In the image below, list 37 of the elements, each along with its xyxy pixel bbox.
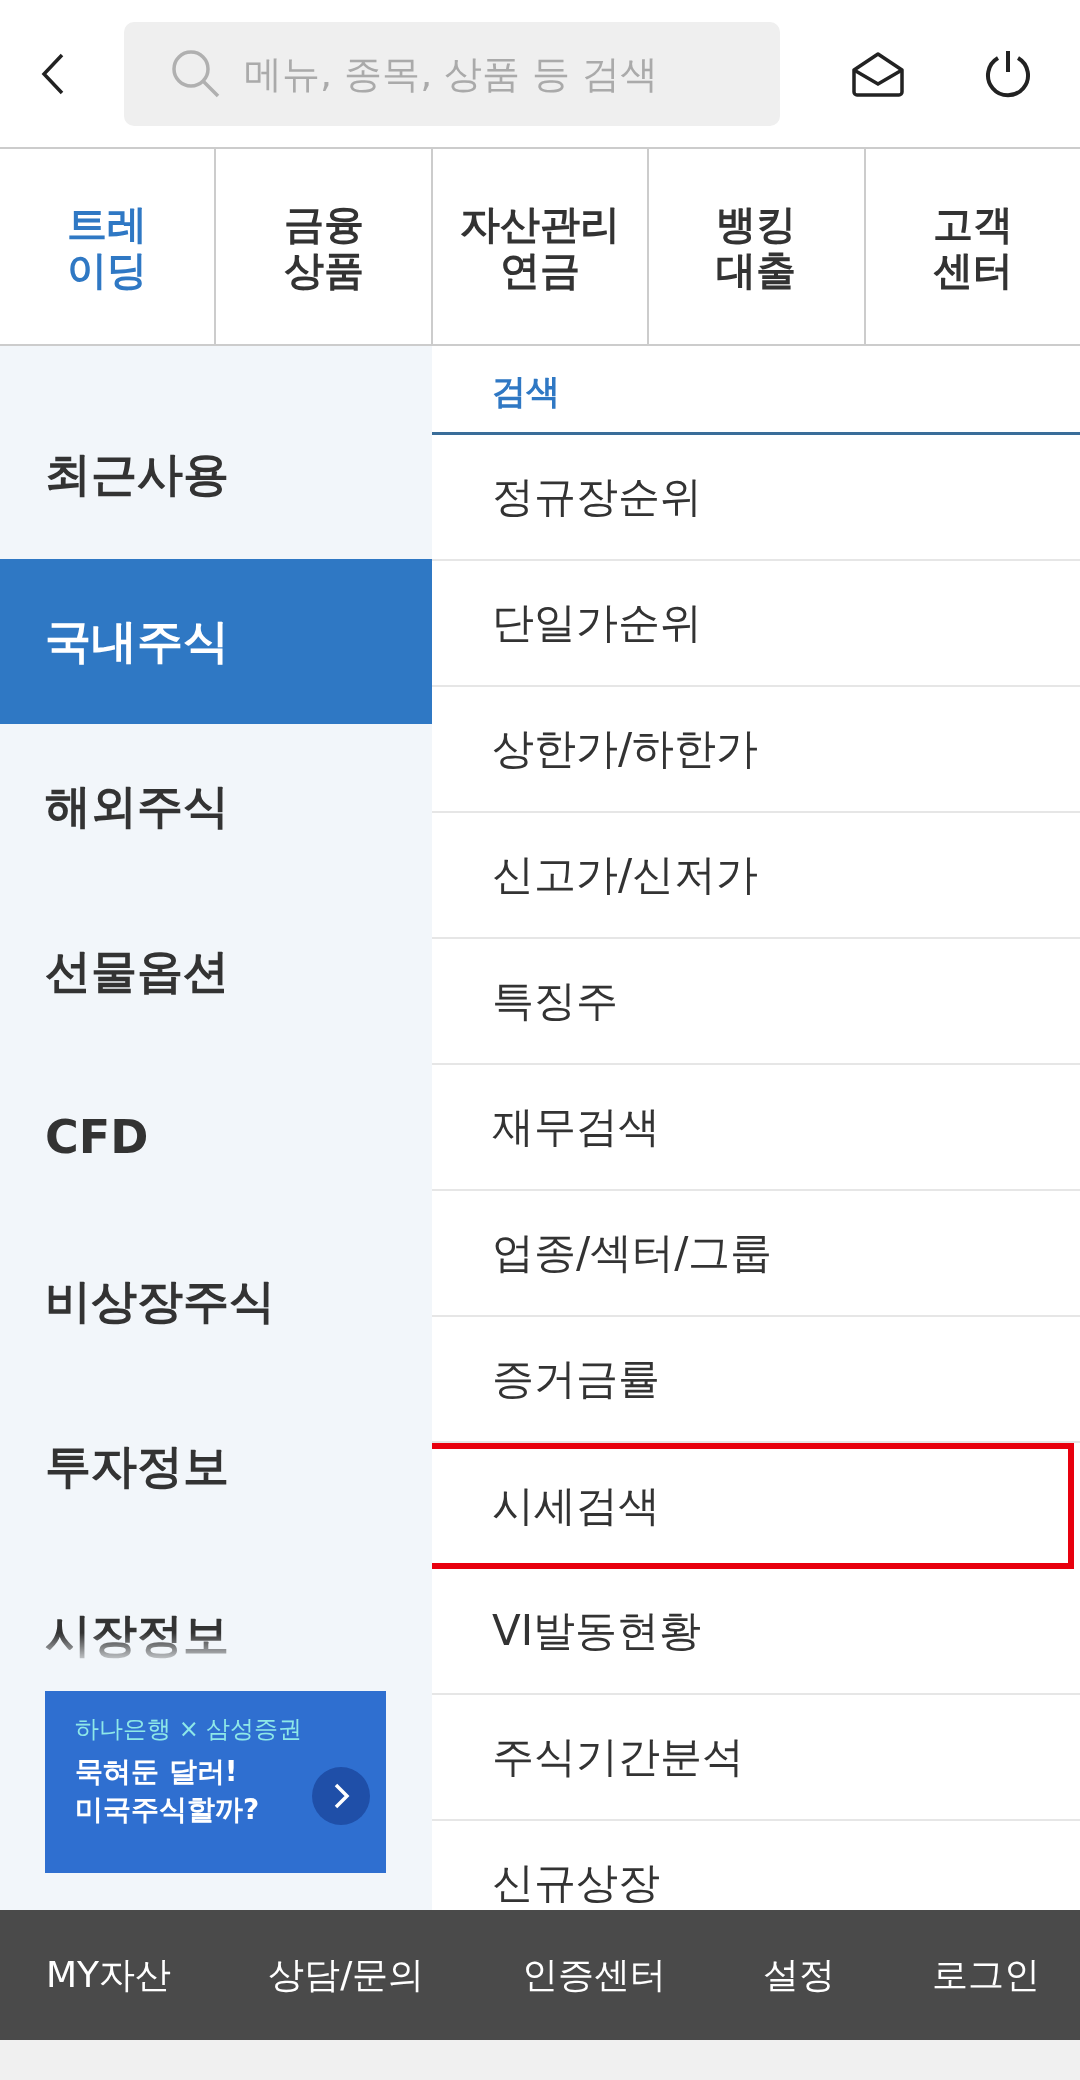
- chevron-right-icon: [312, 1767, 370, 1825]
- category-tab[interactable]: 뱅킹 대출: [649, 149, 866, 344]
- footer-link[interactable]: 설정: [762, 1950, 835, 2000]
- menu-item[interactable]: VI발동현황: [432, 1569, 1080, 1695]
- mail-icon[interactable]: [850, 49, 906, 98]
- footer-link[interactable]: 상담/문의: [268, 1950, 425, 2000]
- menu-item[interactable]: 정규장순위: [432, 435, 1080, 561]
- menu-item[interactable]: 주식기간분석: [432, 1695, 1080, 1821]
- promo-banner[interactable]: 하나은행 × 삼성증권 묵혀둔 달러! 미국주식할까?: [45, 1691, 386, 1873]
- sidebar-item[interactable]: 국내주식: [0, 559, 432, 724]
- banner-headline: 묵혀둔 달러! 미국주식할까?: [75, 1754, 261, 1828]
- sidebar-item[interactable]: 시장정보: [0, 1549, 432, 1661]
- menu-item[interactable]: 신고가/신저가: [432, 813, 1080, 939]
- category-tab[interactable]: 트레 이딩: [0, 149, 217, 344]
- footer-link[interactable]: MY자산: [46, 1950, 172, 2000]
- sidebar-item[interactable]: 해외주식: [0, 724, 432, 889]
- category-tab[interactable]: 금융 상품: [216, 149, 433, 344]
- menu-item[interactable]: 시세검색: [432, 1443, 1074, 1569]
- sidebar-item[interactable]: CFD: [0, 1054, 432, 1219]
- menu-item[interactable]: 증거금률: [432, 1317, 1080, 1443]
- menu-item[interactable]: 재무검색: [432, 1065, 1080, 1191]
- footer-link[interactable]: 로그인: [931, 1950, 1040, 2000]
- banner-tagline: 하나은행 × 삼성증권: [75, 1714, 304, 1745]
- menu-item[interactable]: 특징주: [432, 939, 1080, 1065]
- search-field[interactable]: 메뉴, 종목, 상품 등 검색: [124, 21, 780, 126]
- menu-item[interactable]: 상한가/하한가: [432, 687, 1080, 813]
- menu-item[interactable]: 업종/섹터/그룹: [432, 1191, 1080, 1317]
- sidebar-item[interactable]: 투자정보: [0, 1384, 432, 1549]
- footer-link[interactable]: 인증센터: [521, 1950, 666, 2000]
- back-icon[interactable]: [40, 51, 66, 96]
- section-heading: 검색: [432, 346, 1080, 435]
- category-tab[interactable]: 고객 센터: [865, 149, 1080, 344]
- sidebar-item[interactable]: 최근사용: [0, 346, 432, 559]
- sidebar-item[interactable]: 선물옵션: [0, 889, 432, 1054]
- category-tab[interactable]: 자산관리 연금: [432, 149, 650, 344]
- menu-item[interactable]: 단일가순위: [432, 561, 1080, 687]
- sidebar-item[interactable]: 비상장주식: [0, 1219, 432, 1384]
